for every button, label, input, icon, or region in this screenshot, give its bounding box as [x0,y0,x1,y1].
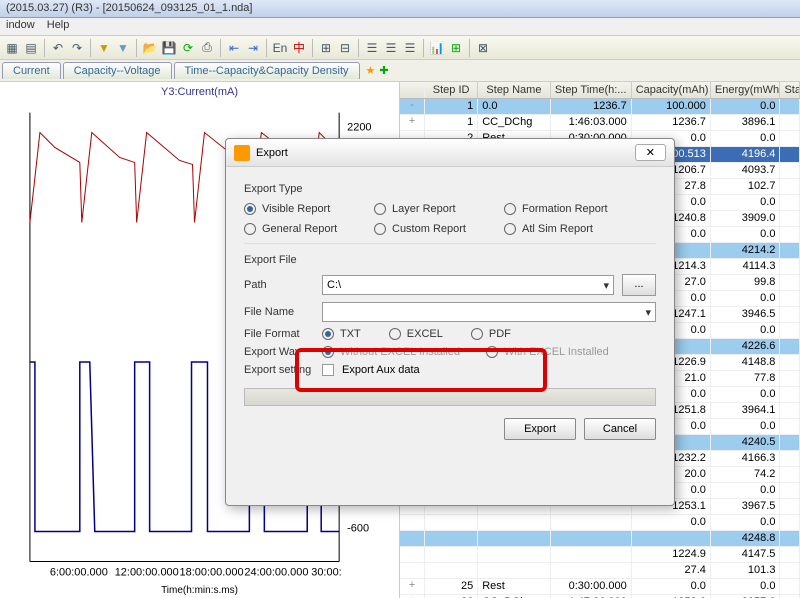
dialog-title: Export [256,147,288,159]
excel-icon[interactable]: ⊞ [448,40,464,56]
list-icon[interactable]: ☰ [364,40,380,56]
col-step-id[interactable]: Step ID [425,82,478,98]
grid-header: Step ID Step Name Step Time(h:... Capaci… [400,82,800,99]
first-icon[interactable]: ⇤ [226,40,242,56]
tab-time-capacity[interactable]: Time--Capacity&Capacity Density [174,62,360,79]
last-icon[interactable]: ⇥ [245,40,261,56]
file-format-radio[interactable]: EXCEL [389,328,443,340]
path-label: Path [244,279,314,291]
export-type-radio[interactable]: Layer Report [374,203,504,215]
exportway-label: Export Way [244,346,314,358]
filter-icon[interactable]: ▼ [96,40,112,56]
chart-y3-label: Y3:Current(mA) [0,82,399,102]
exportway-without-excel: Without EXCEL Installed [322,346,460,358]
tab-capacity-voltage[interactable]: Capacity--Voltage [63,62,172,79]
chart-icon[interactable]: 📊 [429,40,445,56]
aux-checkbox[interactable] [322,364,334,376]
print-icon[interactable]: ⎙ [199,40,215,56]
export-type-radio[interactable]: Atl Sim Report [504,223,634,235]
svg-text:12:00:00.000: 12:00:00.000 [115,566,179,578]
lang-icon[interactable]: En [272,40,288,56]
dialog-icon [234,145,250,161]
chart-x-label: Time(h:min:s.ms) [0,585,399,596]
menubar: indow Help [0,18,800,36]
open-icon[interactable]: 📂 [142,40,158,56]
browse-button[interactable]: ... [622,274,656,296]
main-toolbar: ▦ ▤ ↶ ↷ ▼ ▼ 📂 💾 ⟳ ⎙ ⇤ ⇥ En 中 ⊞ ⊟ ☰ ☰ ☰ 📊… [0,36,800,60]
table-row[interactable]: 0.0 0.0 [400,515,800,531]
tool-icon[interactable]: ⊟ [337,40,353,56]
export-type-radio[interactable]: Formation Report [504,203,634,215]
col-start[interactable]: Start [780,82,800,98]
redo-icon[interactable]: ↷ [69,40,85,56]
col-step-time[interactable]: Step Time(h:... [551,82,632,98]
window-titlebar: (2015.03.27) (R3) - [20150624_093125_01_… [0,0,800,18]
cancel-button[interactable]: Cancel [584,418,656,440]
export-type-radio[interactable]: Custom Report [374,223,504,235]
svg-text:30:00:: 30:00: [311,566,342,578]
tool-icon[interactable]: ⊞ [318,40,334,56]
tab-current[interactable]: Current [2,62,61,79]
file-format-radio[interactable]: TXT [322,328,361,340]
tool-icon[interactable]: ⊠ [475,40,491,56]
filename-combo[interactable] [322,302,656,322]
col-capacity[interactable]: Capacity(mAh) [632,82,711,98]
undo-icon[interactable]: ↶ [50,40,66,56]
list-icon[interactable]: ☰ [402,40,418,56]
section-export-file: Export File [244,254,656,266]
dialog-titlebar: Export ✕ [226,139,674,167]
table-row[interactable]: 4248.8 [400,531,800,547]
col-energy[interactable]: Energy(mWh) [711,82,781,98]
save-icon[interactable]: 💾 [161,40,177,56]
table-row[interactable]: + 1 CC_DChg 1:46:03.000 1236.7 3896.1 [400,115,800,131]
export-type-radio[interactable]: General Report [244,223,374,235]
col-step-name[interactable]: Step Name [478,82,550,98]
aux-label: Export Aux data [342,364,420,376]
menu-window[interactable]: indow [6,19,35,34]
path-combo[interactable]: C:\ [322,275,614,295]
table-row[interactable]: 27.4 101.3 [400,563,800,579]
filter-icon[interactable]: ▼ [115,40,131,56]
progress-bar [244,388,656,406]
menu-help[interactable]: Help [47,19,70,34]
exportsetting-label: Export setting [244,364,314,376]
y3-tick: 2200 [347,122,371,134]
filename-label: File Name [244,306,314,318]
list-icon[interactable]: ☰ [383,40,399,56]
refresh-icon[interactable]: ⟳ [180,40,196,56]
table-row[interactable]: 1224.9 4147.5 [400,547,800,563]
table-row[interactable]: - 1 0.0 1236.7 100.000 0.0 [400,99,800,115]
svg-text:24:00:00.000: 24:00:00.000 [244,566,308,578]
chart-tabs: Current Capacity--Voltage Time--Capacity… [0,60,800,82]
export-type-radio[interactable]: Visible Report [244,203,374,215]
toolbar-icon[interactable]: ▦ [4,40,20,56]
add-tab-icon[interactable]: ✚ [379,64,388,77]
lang-icon[interactable]: 中 [291,40,307,56]
svg-text:6:00:00.000: 6:00:00.000 [50,566,108,578]
svg-text:18:00:00.000: 18:00:00.000 [180,566,244,578]
svg-text:-600: -600 [347,523,369,535]
close-button[interactable]: ✕ [635,144,666,161]
fileformat-label: File Format [244,328,314,340]
table-row[interactable]: + 25 Rest 0:30:00.000 0.0 0.0 [400,579,800,595]
export-button[interactable]: Export [504,418,576,440]
star-icon[interactable]: ★ [366,64,376,77]
toolbar-icon[interactable]: ▤ [23,40,39,56]
export-dialog: Export ✕ Export Type Visible ReportLayer… [225,138,675,506]
section-export-type: Export Type [244,183,656,195]
file-format-radio[interactable]: PDF [471,328,511,340]
exportway-with-excel: With EXCEL Installed [486,346,609,358]
